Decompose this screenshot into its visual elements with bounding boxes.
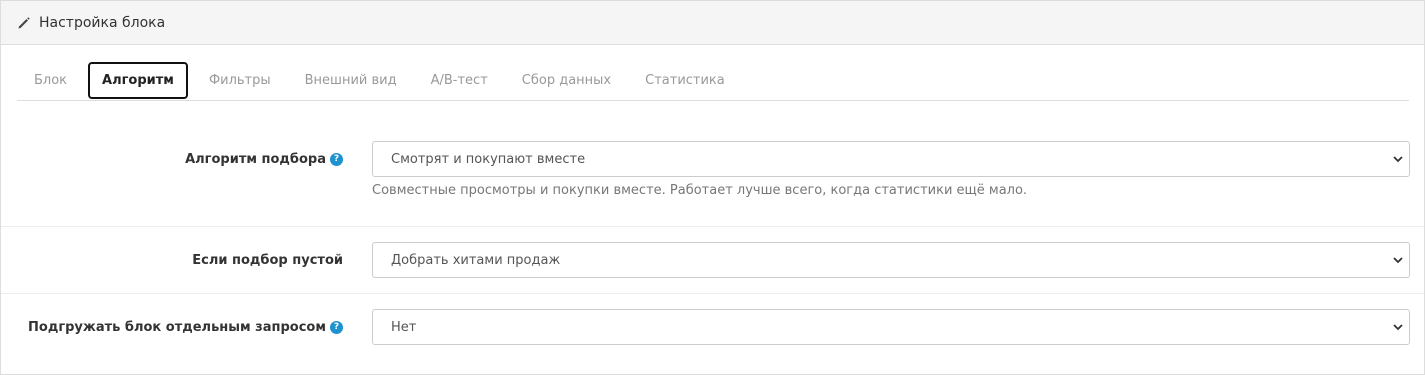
field-label-empty-fallback: Если подбор пустой — [192, 242, 343, 278]
select-value: Смотрят и покупают вместе — [391, 151, 586, 167]
chevron-down-icon — [1393, 322, 1403, 332]
separate-request-select[interactable]: Нет — [372, 309, 1410, 345]
divider — [1, 293, 1424, 294]
tab-data-collection[interactable]: Сбор данных — [505, 61, 628, 100]
select-value: Добрать хитами продаж — [391, 252, 561, 268]
panel-heading: Настройка блока — [1, 1, 1424, 45]
field-label-text: Если подбор пустой — [192, 252, 343, 268]
empty-fallback-select[interactable]: Добрать хитами продаж — [372, 242, 1410, 278]
tab-statistics[interactable]: Статистика — [628, 61, 742, 100]
algorithm-select[interactable]: Смотрят и покупают вместе — [372, 141, 1410, 177]
field-label-text: Подгружать блок отдельным запросом — [28, 319, 326, 335]
field-label-text: Алгоритм подбора — [185, 151, 326, 167]
panel-title: Настройка блока — [39, 14, 166, 31]
tab-appearance[interactable]: Внешний вид — [288, 61, 414, 100]
chevron-down-icon — [1393, 255, 1403, 265]
field-label-algorithm: Алгоритм подбора ? — [185, 141, 343, 177]
divider — [1, 226, 1424, 227]
tab-ab-test[interactable]: A/B-тест — [414, 61, 505, 100]
pencil-icon — [17, 16, 31, 30]
field-help-text: Совместные просмотры и покупки вместе. Р… — [372, 183, 1028, 198]
chevron-down-icon — [1393, 154, 1403, 164]
tab-algorithm[interactable]: Алгоритм — [88, 62, 188, 99]
question-circle-icon[interactable]: ? — [330, 320, 343, 334]
question-circle-icon[interactable]: ? — [330, 152, 343, 166]
select-value: Нет — [391, 319, 417, 335]
tab-block[interactable]: Блок — [17, 61, 84, 100]
field-label-separate-request: Подгружать блок отдельным запросом ? — [28, 309, 343, 345]
tab-filters[interactable]: Фильтры — [192, 61, 288, 100]
tab-bar: Блок Алгоритм Фильтры Внешний вид A/B-те… — [17, 62, 1409, 101]
settings-panel: Настройка блока Блок Алгоритм Фильтры Вн… — [0, 0, 1425, 375]
